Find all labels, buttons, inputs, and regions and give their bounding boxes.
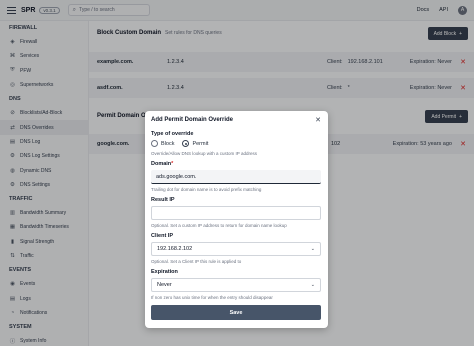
close-icon[interactable]: ✕ [315,116,321,124]
type-help: Override/Allow DNS lookup with a custom … [151,151,257,156]
radio-permit[interactable]: Permit [182,140,208,147]
add-permit-modal: Add Permit Domain Override ✕ Type of ove… [145,111,328,328]
expiration-select[interactable]: Never ⌄ [151,278,321,292]
radio-block-circle[interactable] [151,140,158,147]
modal-title: Add Permit Domain Override [151,117,234,123]
domain-input[interactable]: ads.google.com. [151,170,321,184]
expiration-label: Expiration [151,269,178,275]
save-button[interactable]: Save [151,305,321,320]
type-radio-group: Block Permit [151,140,208,147]
result-ip-help: Optional. Set a custom IP address to ret… [151,223,287,228]
client-ip-select[interactable]: 192.168.2.102 ⌄ [151,242,321,256]
result-ip-label: Result IP [151,197,175,203]
type-label: Type of override [151,131,194,137]
expiration-help: If non zero has unix time for when the e… [151,295,273,300]
radio-block[interactable]: Block [151,140,174,147]
client-ip-help: Optional. Set a Client IP this rule is a… [151,259,242,264]
result-ip-input[interactable] [151,206,321,220]
domain-label: Domain* [151,161,174,167]
radio-permit-circle[interactable] [182,140,190,147]
chevron-down-icon: ⌄ [310,246,315,252]
chevron-down-icon: ⌄ [310,282,315,288]
client-ip-label: Client IP [151,233,174,239]
domain-help: Trailing dot for domain name is to avoid… [151,187,262,192]
